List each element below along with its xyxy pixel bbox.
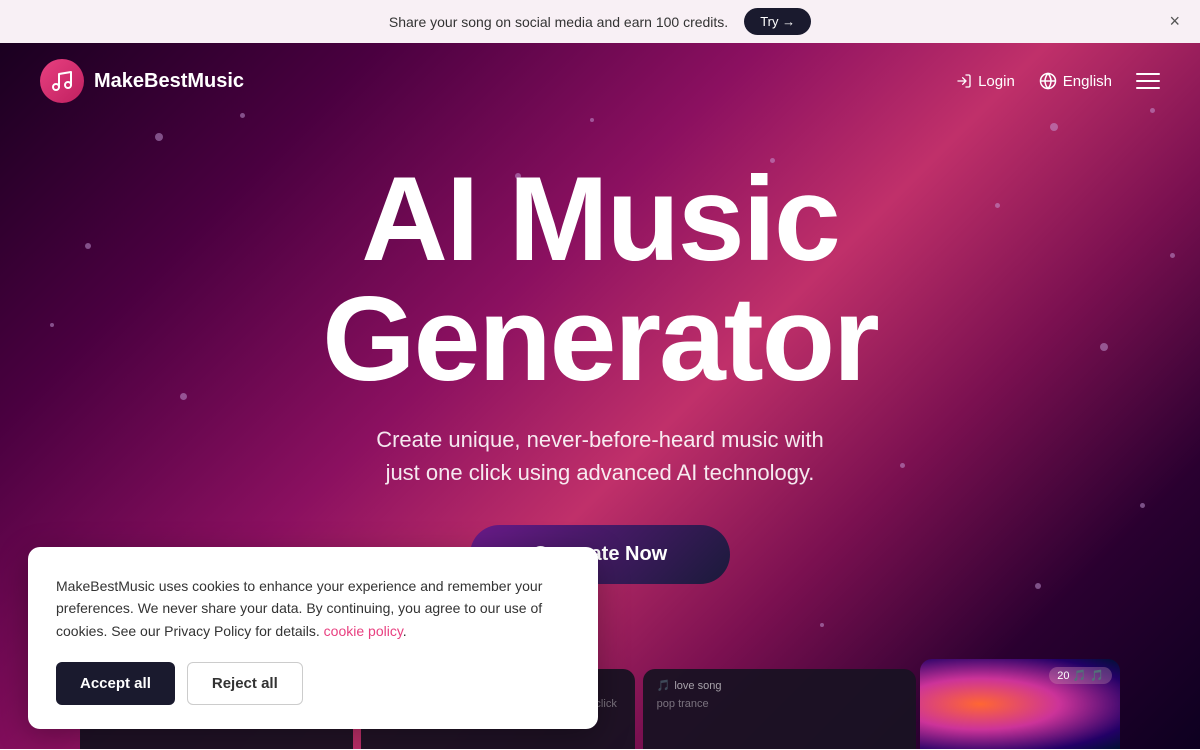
nav-right: Login English [956, 72, 1160, 90]
love-song-genre: pop trance [657, 698, 902, 710]
logo-area[interactable]: MakeBestMusic [40, 59, 244, 103]
cookie-banner: MakeBestMusic uses cookies to enhance yo… [28, 547, 598, 729]
decorative-dot [820, 623, 824, 627]
login-icon [956, 73, 972, 89]
language-button[interactable]: English [1039, 72, 1112, 90]
hamburger-menu-button[interactable] [1136, 73, 1160, 89]
cookie-text: MakeBestMusic uses cookies to enhance yo… [56, 575, 570, 642]
globe-icon [1039, 72, 1057, 90]
announcement-text: Share your song on social media and earn… [389, 14, 728, 30]
cosmic-image-card: 20 🎵 🎵 [920, 659, 1120, 749]
cookie-buttons: Accept all Reject all [56, 662, 570, 705]
hero-subtitle: Create unique, never-before-heard music … [0, 423, 1200, 489]
accept-all-button[interactable]: Accept all [56, 662, 175, 705]
hero-title: AI Music Generator [0, 159, 1200, 399]
cosmic-badge: 20 🎵 🎵 [1049, 667, 1112, 684]
hero-title-line1: AI Music [361, 152, 838, 286]
hero-subtitle-line1: Create unique, never-before-heard music … [376, 427, 824, 452]
music-note-icon: 🎵 [657, 679, 671, 692]
cookie-policy-link[interactable]: cookie policy [324, 623, 403, 639]
login-label: Login [978, 73, 1015, 90]
menu-line [1136, 73, 1160, 75]
menu-line [1136, 80, 1160, 82]
love-song-card: 🎵 love song pop trance [643, 669, 916, 749]
menu-line [1136, 87, 1160, 89]
hero-title-line2: Generator [322, 272, 878, 406]
close-announcement-button[interactable]: × [1169, 11, 1180, 32]
hero-section: MakeBestMusic Login English [0, 43, 1200, 749]
announcement-bar: Share your song on social media and earn… [0, 0, 1200, 43]
hero-subtitle-line2: just one click using advanced AI technol… [386, 460, 815, 485]
logo-icon [40, 59, 84, 103]
cosmic-image: 20 🎵 🎵 [920, 659, 1120, 749]
navigation: MakeBestMusic Login English [0, 43, 1200, 119]
music-logo-svg [50, 69, 74, 93]
try-button[interactable]: Try → [744, 8, 811, 35]
love-song-label: 🎵 love song [657, 679, 902, 692]
reject-all-button[interactable]: Reject all [187, 662, 303, 705]
login-button[interactable]: Login [956, 73, 1015, 90]
language-label: English [1063, 73, 1112, 90]
hero-content: AI Music Generator Create unique, never-… [0, 119, 1200, 584]
logo-text: MakeBestMusic [94, 70, 244, 93]
music-icon: 🎵 [1090, 669, 1104, 682]
